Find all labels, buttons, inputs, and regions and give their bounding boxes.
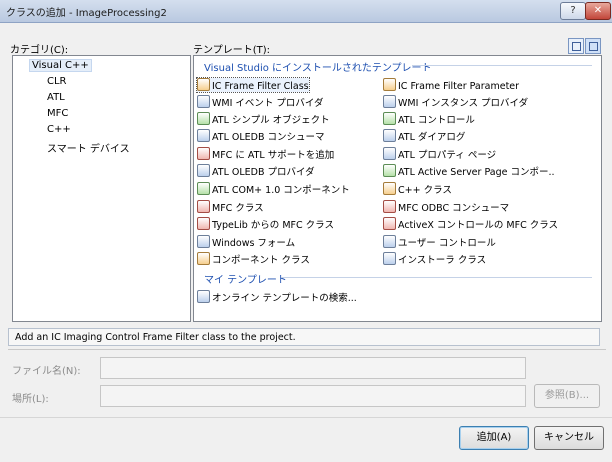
atl-complus-icon xyxy=(197,182,210,195)
category-atl[interactable]: ATL xyxy=(47,92,65,103)
installer-class-icon xyxy=(383,252,396,265)
template-atl-dialog[interactable]: ATL ダイアログ xyxy=(383,129,465,143)
online-search-icon xyxy=(197,290,210,303)
template-component-class[interactable]: コンポーネント クラス xyxy=(197,252,310,266)
cpp-class-icon xyxy=(383,182,396,195)
category-smart-device[interactable]: スマート デバイス xyxy=(47,140,130,155)
mfc-atl-support-icon xyxy=(197,147,210,160)
categories-list[interactable]: Visual C++ CLR ATL MFC C++ スマート デバイス xyxy=(12,55,191,322)
template-activex-mfc-class[interactable]: ActiveX コントロールの MFC クラス xyxy=(383,217,558,231)
template-mfc-odbc-consumer[interactable]: MFC ODBC コンシューマ xyxy=(383,200,509,214)
window-title: クラスの追加 - ImageProcessing2 xyxy=(6,8,167,19)
filename-field[interactable] xyxy=(100,357,526,379)
location-label: 場所(L): xyxy=(12,394,49,405)
help-button[interactable]: ? xyxy=(560,2,586,20)
wmi-event-icon xyxy=(197,95,210,108)
activex-mfc-icon xyxy=(383,217,396,230)
add-button[interactable]: 追加(A) xyxy=(459,426,529,450)
divider xyxy=(8,349,606,350)
filename-label: ファイル名(N): xyxy=(12,366,81,377)
wmi-instance-icon xyxy=(383,95,396,108)
ic-frame-filter-icon xyxy=(197,78,210,91)
title-bar: クラスの追加 - ImageProcessing2 ? ✕ xyxy=(0,0,612,23)
template-windows-form[interactable]: Windows フォーム xyxy=(197,235,295,249)
template-atl-oledb-provider[interactable]: ATL OLEDB プロバイダ xyxy=(197,164,315,178)
windows-form-icon xyxy=(197,235,210,248)
atl-control-icon xyxy=(383,112,396,125)
category-visual-cpp[interactable]: Visual C++ xyxy=(29,59,92,72)
template-installer-class[interactable]: インストーラ クラス xyxy=(383,252,486,266)
atl-simple-object-icon xyxy=(197,112,210,125)
close-button[interactable]: ✕ xyxy=(585,2,611,20)
atl-asp-icon xyxy=(383,164,396,177)
template-atl-simple-object[interactable]: ATL シンプル オブジェクト xyxy=(197,112,330,126)
templates-list[interactable]: Visual Studio にインストールされたテンプレート IC Frame … xyxy=(193,55,602,322)
template-online-search[interactable]: オンライン テンプレートの検索... xyxy=(197,290,357,304)
templates-label: テンプレート(T): xyxy=(193,45,270,56)
category-clr[interactable]: CLR xyxy=(47,76,67,87)
category-cpp[interactable]: C++ xyxy=(47,124,71,135)
group-divider xyxy=(282,277,592,278)
template-ic-frame-filter-parameter[interactable]: IC Frame Filter Parameter xyxy=(383,78,519,92)
component-class-icon xyxy=(197,252,210,265)
template-atl-property-page[interactable]: ATL プロパティ ページ xyxy=(383,147,496,161)
ic-frame-param-icon xyxy=(383,78,396,91)
mfc-odbc-icon xyxy=(383,200,396,213)
categories-label: カテゴリ(C): xyxy=(10,45,69,56)
template-user-control[interactable]: ユーザー コントロール xyxy=(383,235,496,249)
large-icons-view-icon[interactable] xyxy=(568,38,584,54)
template-atl-complus-component[interactable]: ATL COM+ 1.0 コンポーネント xyxy=(197,182,350,196)
mfc-class-icon xyxy=(197,200,210,213)
atl-dialog-icon xyxy=(383,129,396,142)
my-templates-header: マイ テンプレート xyxy=(204,275,287,286)
installed-templates-header: Visual Studio にインストールされたテンプレート xyxy=(204,63,432,74)
divider xyxy=(0,417,612,418)
template-description: Add an IC Imaging Control Frame Filter c… xyxy=(8,328,600,346)
template-wmi-instance-provider[interactable]: WMI インスタンス プロバイダ xyxy=(383,95,528,109)
typelib-mfc-icon xyxy=(197,217,210,230)
atl-oledb-provider-icon xyxy=(197,164,210,177)
template-mfc-class[interactable]: MFC クラス xyxy=(197,200,264,214)
template-wmi-event-provider[interactable]: WMI イベント プロバイダ xyxy=(197,95,324,109)
template-mfc-atl-support[interactable]: MFC に ATL サポートを追加 xyxy=(197,147,334,161)
template-atl-control[interactable]: ATL コントロール xyxy=(383,112,475,126)
template-cpp-class[interactable]: C++ クラス xyxy=(383,182,452,196)
location-field[interactable] xyxy=(100,385,526,407)
template-typelib-mfc-class[interactable]: TypeLib からの MFC クラス xyxy=(197,217,334,231)
atl-property-page-icon xyxy=(383,147,396,160)
template-atl-active-server-page[interactable]: ATL Active Server Page コンポー.. xyxy=(383,164,555,178)
category-mfc[interactable]: MFC xyxy=(47,108,68,119)
atl-oledb-consumer-icon xyxy=(197,129,210,142)
small-icons-view-icon[interactable] xyxy=(585,38,601,54)
template-atl-oledb-consumer[interactable]: ATL OLEDB コンシューマ xyxy=(197,129,325,143)
template-ic-frame-filter-class[interactable]: IC Frame Filter Class xyxy=(196,77,310,93)
cancel-button[interactable]: キャンセル xyxy=(534,426,604,450)
user-control-icon xyxy=(383,235,396,248)
group-divider xyxy=(412,65,592,66)
browse-button[interactable]: 参照(B)... xyxy=(534,384,600,408)
